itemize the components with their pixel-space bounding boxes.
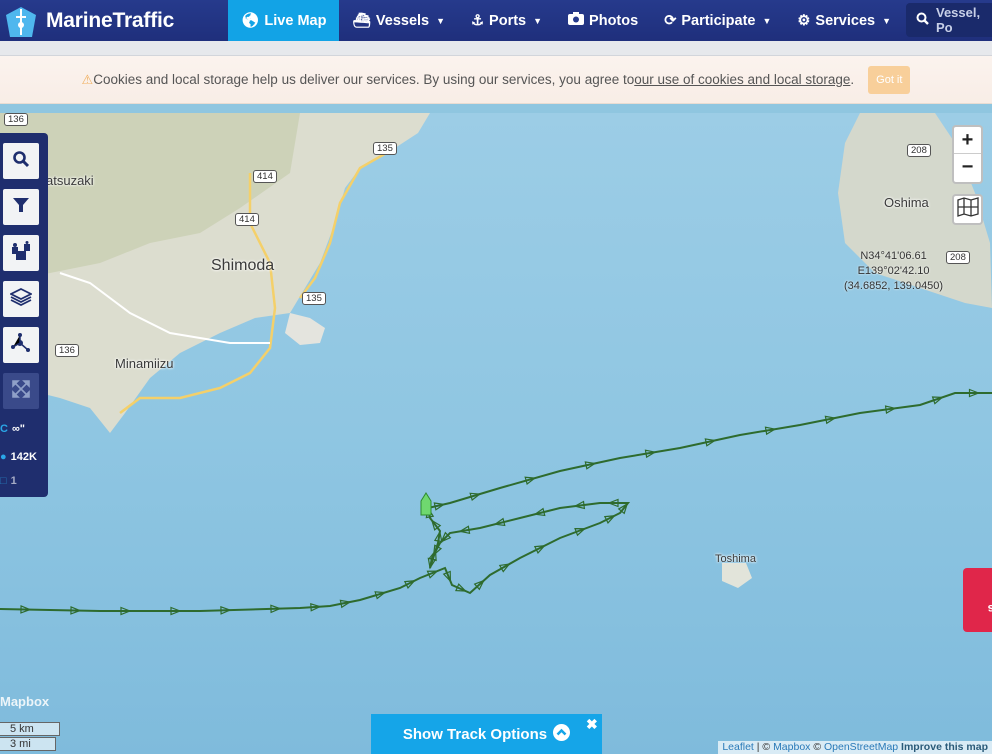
cookie-policy-link[interactable]: our use of cookies and local storage: [634, 72, 850, 87]
fullscreen-button[interactable]: [3, 373, 39, 409]
subheader-bar: [0, 41, 992, 56]
vessel-count-stat: ● 142K: [0, 451, 37, 463]
fleet-icon: [10, 240, 32, 266]
caret-down-icon: ▼: [436, 15, 446, 26]
mapbox-link[interactable]: Mapbox: [773, 741, 810, 753]
filter-button[interactable]: [3, 189, 39, 225]
track-line[interactable]: [0, 392, 992, 612]
osm-link[interactable]: OpenStreetMap: [824, 741, 898, 753]
map-attribution: Leaflet | © Mapbox © OpenStreetMap Impro…: [718, 741, 992, 754]
nav-services[interactable]: ⚙ Services ▼: [784, 0, 904, 41]
chevron-up-circle-icon: [553, 723, 571, 745]
caret-down-icon: ▼: [762, 15, 772, 26]
layers-button[interactable]: [3, 281, 39, 317]
zoom-in-button[interactable]: +: [954, 127, 981, 154]
nav-photos[interactable]: Photos: [555, 0, 651, 41]
network-icon: [11, 332, 31, 358]
nav-participate[interactable]: ⟳ Participate ▼: [651, 0, 784, 41]
refresh-stat: C ∞": [0, 423, 26, 435]
ship-logo-icon: [2, 3, 40, 39]
selection-stat: □ 1: [0, 475, 17, 487]
fleet-button[interactable]: [3, 235, 39, 271]
close-track-options-button[interactable]: ✖: [586, 716, 598, 733]
refresh-icon: C: [0, 423, 8, 435]
map-canvas[interactable]: atsuzaki Shimoda Minamiizu Oshima Toshim…: [0, 113, 992, 754]
brand-logo[interactable]: MarineTraffic: [0, 0, 228, 41]
top-navbar: MarineTraffic 🌎︎ Live Map ⛴︎ Vessels ▼ ⚓︎…: [0, 0, 992, 41]
vessel-count-icon: ●: [0, 451, 7, 463]
filter-icon: [12, 196, 30, 219]
zoom-control: + −: [952, 125, 983, 184]
refresh-icon: ⟳: [664, 12, 677, 29]
improve-map-link[interactable]: Improve this map: [898, 741, 988, 753]
mapbox-logo: Mapbox: [0, 694, 50, 709]
scale-metric: 5 km: [0, 722, 60, 736]
warning-icon: ⚠: [81, 71, 94, 87]
network-button[interactable]: [3, 327, 39, 363]
caret-down-icon: ▼: [882, 15, 892, 26]
nav-live-map[interactable]: 🌎︎ Live Map: [228, 0, 340, 41]
caret-down-icon: ▼: [533, 15, 543, 26]
nav-vessels[interactable]: ⛴︎ Vessels ▼: [339, 0, 458, 41]
search-tool-button[interactable]: [3, 143, 39, 179]
square-icon: □: [0, 475, 7, 487]
anchor-icon: ⚓︎: [471, 12, 485, 29]
zoom-out-button[interactable]: −: [954, 154, 981, 181]
layers-icon: [8, 287, 34, 312]
map-layers-button[interactable]: [952, 194, 983, 225]
show-track-options-button[interactable]: Show Track Options: [371, 714, 602, 754]
cookie-banner: ⚠ Cookies and local storage help us deli…: [0, 56, 992, 104]
globe-icon: 🌎︎: [241, 13, 260, 29]
map-tools-sidebar: C ∞" ● 142K □ 1: [0, 133, 48, 497]
vessel-track[interactable]: [0, 113, 992, 754]
got-it-button[interactable]: Got it: [868, 65, 911, 94]
gear-icon: ⚙: [797, 12, 811, 29]
search-input[interactable]: Vessel, Po: [906, 3, 992, 37]
cursor-coordinates: N34°41'06.61 E139°02'42.10 (34.6852, 139…: [844, 250, 944, 292]
leaflet-link[interactable]: Leaflet: [722, 741, 754, 753]
search-icon: [12, 150, 30, 173]
ship-icon: ⛴︎: [352, 13, 371, 29]
camera-icon: [568, 12, 585, 29]
nav-ports[interactable]: ⚓︎ Ports ▼: [458, 0, 555, 41]
brand-name: MarineTraffic: [46, 8, 175, 32]
fullscreen-icon: [11, 379, 31, 404]
map-icon: [956, 197, 979, 222]
scale-imperial: 3 mi: [0, 737, 56, 751]
search-icon: [916, 12, 929, 28]
news-tab[interactable]: News ‹: [963, 568, 992, 632]
vessel-marker[interactable]: [420, 492, 432, 516]
